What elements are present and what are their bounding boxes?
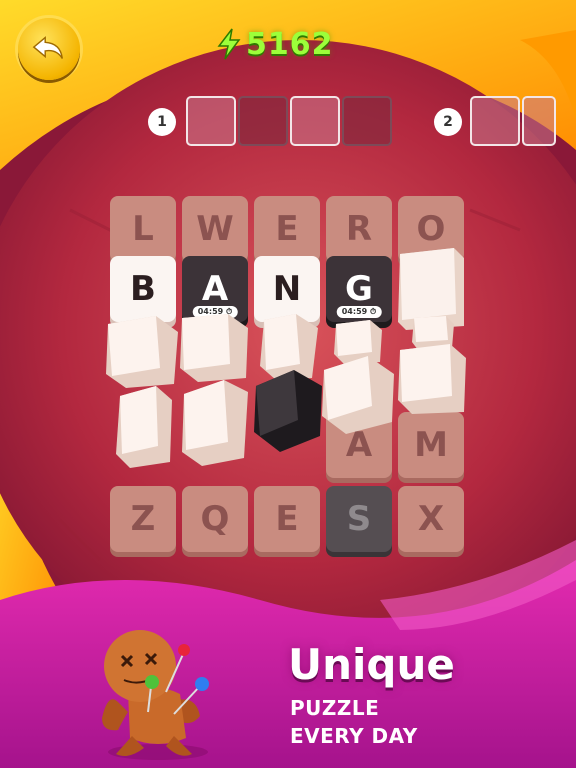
level-2-badge: 2	[434, 108, 462, 136]
letter-tile[interactable]: E	[254, 486, 320, 552]
letter-tile[interactable]: E	[254, 196, 320, 262]
falling-cube	[322, 356, 394, 434]
answer-slot	[290, 96, 340, 146]
answer-slot	[186, 96, 236, 146]
letter-tile-timed[interactable]: G 04:59 ⏱	[326, 256, 392, 322]
promo-line-1: PUZZLE	[290, 696, 380, 720]
letter-tile[interactable]: Z	[110, 486, 176, 552]
tile-letter: A	[201, 269, 229, 309]
promo-line-2: EVERY DAY	[290, 724, 418, 748]
voodoo-doll-mascot	[102, 630, 209, 760]
back-arrow-icon	[32, 36, 64, 59]
falling-cube	[398, 344, 466, 414]
answer-slot	[342, 96, 392, 146]
letter-tile[interactable]: X	[398, 486, 464, 552]
level-1-badge: 1	[148, 108, 176, 136]
answer-slot	[470, 96, 520, 146]
falling-cube-dark	[254, 370, 322, 452]
falling-cube	[180, 314, 248, 382]
answer-slot	[238, 96, 288, 146]
back-button[interactable]	[18, 18, 80, 80]
falling-cube	[182, 380, 248, 466]
lightning-bolt-icon	[217, 28, 241, 60]
letter-tile[interactable]: S	[326, 486, 392, 552]
letter-tile[interactable]: L	[110, 196, 176, 262]
promo-headline: Unique	[288, 640, 455, 689]
answer-slot	[522, 96, 556, 146]
tile-letter: G	[345, 269, 373, 309]
falling-cube	[106, 316, 178, 388]
letter-tile[interactable]: R	[326, 196, 392, 262]
falling-cube	[116, 386, 172, 468]
score-display: 5162	[216, 24, 334, 64]
clock-icon: ⏱	[370, 307, 377, 316]
letter-tile[interactable]: Q	[182, 486, 248, 552]
letter-tile[interactable]: M	[398, 412, 464, 478]
letter-tile[interactable]: W	[182, 196, 248, 262]
score-value: 5162	[246, 26, 334, 62]
